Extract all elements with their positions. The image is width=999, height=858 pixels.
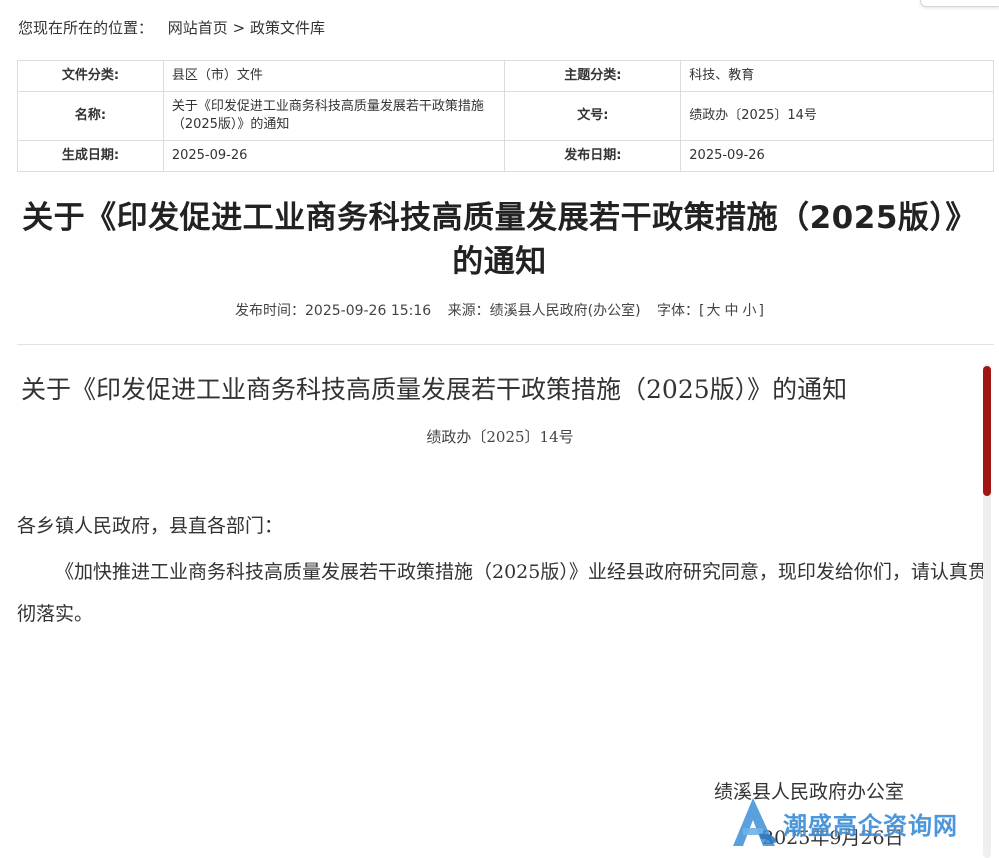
a-logo-icon <box>733 798 777 846</box>
name-label: 名称: <box>17 91 164 141</box>
font-size-medium-link[interactable]: 中 <box>725 303 739 319</box>
name-value: 关于《印发促进工业商务科技高质量发展若干政策措施（2025版）》的通知 <box>162 91 506 141</box>
content-scrollbar-track[interactable] <box>983 364 991 858</box>
font-size-close-bracket: ] <box>758 303 764 319</box>
breadcrumb-separator: > <box>232 19 246 37</box>
meta-row-dates: 生成日期: 2025-09-26 发布日期: 2025-09-26 <box>17 140 994 172</box>
category-value: 县区（市）文件 <box>162 60 506 92</box>
article-source: 来源：绩溪县人民政府(办公室) <box>447 303 641 319</box>
created-date-value: 2025-09-26 <box>162 140 506 172</box>
document-body-paragraph: 《加快推进工业商务科技高质量发展若干政策措施（2025版）》业经县政府研究同意，… <box>17 561 987 625</box>
published-date-label: 发布日期: <box>504 140 682 172</box>
category-label: 文件分类: <box>17 60 164 92</box>
docno-label: 文号: <box>504 91 682 141</box>
font-size-large-link[interactable]: 大 <box>707 303 721 319</box>
breadcrumb: 您现在所在的位置： 网站首页 > 政策文件库 <box>18 17 325 38</box>
document-salutation: 各乡镇人民政府，县直各部门： <box>17 515 284 537</box>
publish-time: 发布时间：2025-09-26 15:16 <box>235 303 432 319</box>
document-content-frame[interactable]: 关于《印发促进工业商务科技高质量发展若干政策措施（2025版）》的通知 绩政办〔… <box>17 350 994 858</box>
topic-label: 主题分类: <box>504 60 682 92</box>
site-watermark: 潮盛高企资询网 <box>733 796 973 854</box>
topic-value: 科技、教育 <box>680 60 994 92</box>
title-divider <box>17 344 994 345</box>
watermark-text: 潮盛高企资询网 <box>783 811 958 840</box>
document-title: 关于《印发促进工业商务科技高质量发展若干政策措施（2025版）》的通知 <box>21 375 848 404</box>
top-right-panel-edge <box>920 0 999 7</box>
breadcrumb-prefix: 您现在所在的位置： <box>18 19 154 37</box>
breadcrumb-home-link[interactable]: 网站首页 <box>168 19 228 37</box>
content-scrollbar-thumb[interactable] <box>983 366 991 496</box>
document-number: 绩政办〔2025〕14号 <box>426 428 574 446</box>
meta-row-category: 文件分类: 县区（市）文件 主题分类: 科技、教育 <box>17 60 994 92</box>
published-date-value: 2025-09-26 <box>680 140 994 172</box>
font-size-label: 字体：[ <box>657 303 705 319</box>
breadcrumb-current-link[interactable]: 政策文件库 <box>250 19 325 37</box>
meta-row-name: 名称: 关于《印发促进工业商务科技高质量发展若干政策措施（2025版）》的通知 … <box>17 91 994 141</box>
docno-value: 绩政办〔2025〕14号 <box>680 91 994 141</box>
article-publish-info: 发布时间：2025-09-26 15:16 来源：绩溪县人民政府(办公室) 字体… <box>0 300 999 320</box>
font-size-switcher: 字体：[大中小] <box>657 303 764 319</box>
font-size-small-link[interactable]: 小 <box>743 303 757 319</box>
document-metadata-table: 文件分类: 县区（市）文件 主题分类: 科技、教育 名称: 关于《印发促进工业商… <box>17 60 994 172</box>
article-title: 关于《印发促进工业商务科技高质量发展若干政策措施（2025版）》的通知 <box>22 200 977 280</box>
created-date-label: 生成日期: <box>17 140 164 172</box>
